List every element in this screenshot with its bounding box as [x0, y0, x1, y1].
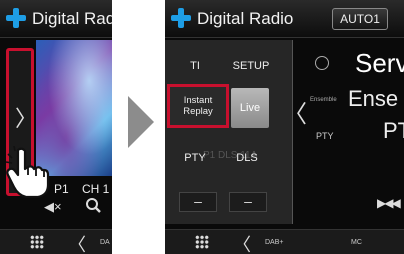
app-title: Digital Radio	[32, 9, 112, 28]
pty-button[interactable]: PTY	[175, 152, 215, 164]
scroll-control-icon[interactable]	[315, 56, 329, 70]
source-label: DA	[100, 239, 110, 246]
auto-button[interactable]: AUTO1	[332, 8, 388, 30]
digital-radio-plus-icon	[6, 8, 26, 28]
digital-radio-plus-icon	[171, 8, 191, 28]
service-name: Serv	[355, 48, 404, 78]
right-screen: Digital Radio AUTO1 TI SETUP Instant Rep…	[165, 0, 404, 254]
home-grid-icon[interactable]	[195, 235, 209, 249]
bottom-bar: 〈 DA	[0, 229, 112, 254]
chevron-left-icon[interactable]: 〈	[283, 94, 307, 129]
minus-button[interactable]: –	[179, 192, 217, 212]
left-screen: Digital Radio 〉 P1 CH 1 ◀× 〈 DA	[0, 0, 112, 254]
setup-button[interactable]: SETUP	[223, 60, 279, 72]
ensemble-name: Ense	[348, 86, 399, 111]
chevron-right-icon: 〉	[15, 106, 38, 131]
live-button[interactable]: Live	[231, 88, 269, 128]
title-bar: Digital Radio	[0, 0, 112, 38]
channel-number: CH 1	[82, 182, 110, 196]
dls-button[interactable]: DLS	[227, 152, 267, 164]
ti-button[interactable]: TI	[175, 60, 215, 72]
preset-number: P1	[54, 182, 69, 196]
instant-replay-button[interactable]: Instant Replay	[167, 84, 229, 128]
pointing-hand-icon	[5, 146, 50, 198]
ensemble-label: Ensemble	[310, 97, 337, 103]
pty-label: PTY	[316, 131, 334, 141]
mute-icon[interactable]: ◀×	[44, 199, 62, 215]
dab-label: DAB+	[265, 239, 284, 246]
bottom-bar: 〈 DAB+ MC	[165, 229, 404, 254]
function-panel: TI SETUP Instant Replay Live P1 DLS 11A …	[165, 40, 293, 224]
app-title: Digital Radio	[197, 9, 294, 28]
search-icon[interactable]	[84, 196, 104, 214]
pty-value: PT	[383, 118, 404, 143]
minus-button[interactable]: –	[229, 192, 267, 212]
skip-back-icon[interactable]: ▶◀◀	[377, 196, 401, 210]
mc-label: MC	[351, 239, 362, 246]
home-grid-icon[interactable]	[30, 235, 44, 249]
chevron-left-icon[interactable]: 〈	[68, 231, 86, 254]
step-arrow-icon	[128, 96, 154, 148]
chevron-left-icon[interactable]: 〈	[233, 231, 251, 254]
